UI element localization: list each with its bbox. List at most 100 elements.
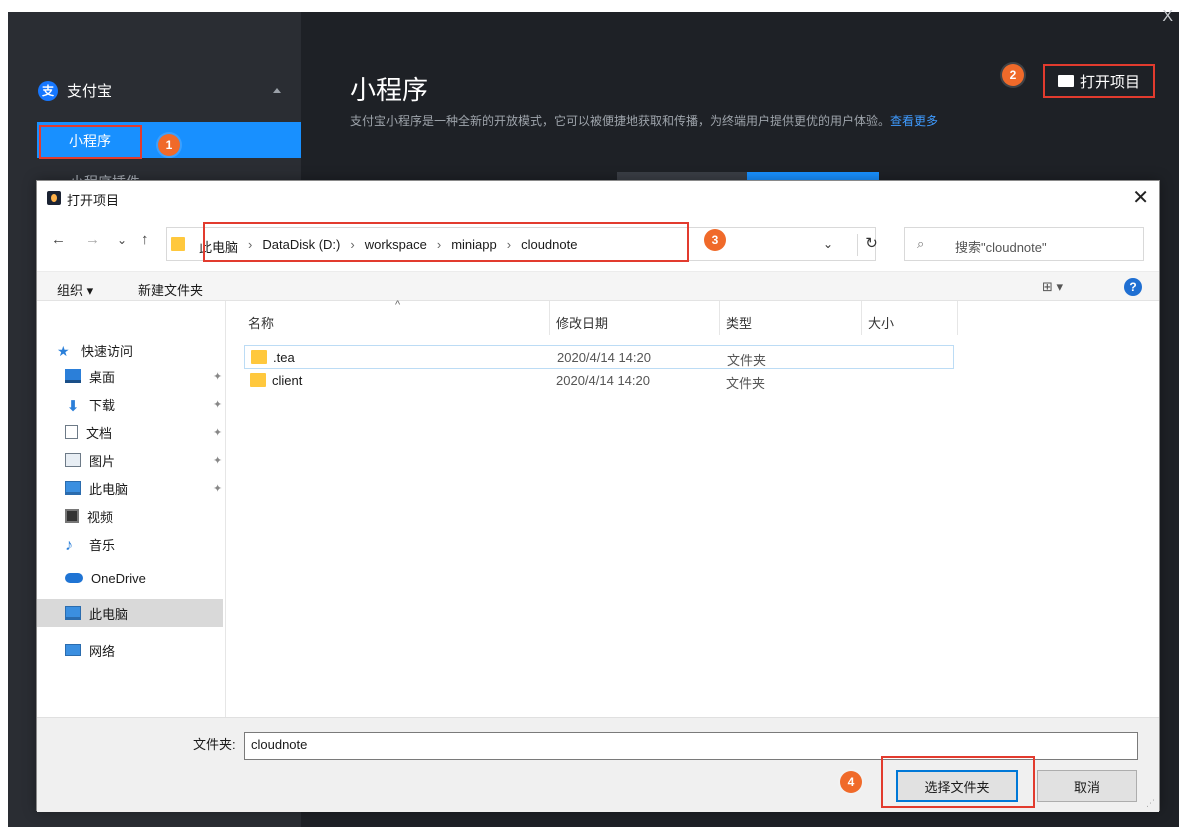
page-title: 小程序 — [350, 75, 429, 105]
nav-item-label: 此电脑 — [89, 606, 129, 622]
nav-item-desktop[interactable]: 桌面 ✦ — [65, 365, 222, 387]
search-input[interactable]: ⌕ 搜索"cloudnote" — [904, 227, 1144, 261]
nav-item-label: 快速访问 — [81, 343, 134, 359]
alipay-logo-icon: 支 — [38, 80, 58, 101]
nav-item-documents[interactable]: 文档 ✦ — [65, 421, 222, 443]
callout-box-3 — [203, 222, 689, 262]
step-badge-2: 2 — [1002, 64, 1024, 86]
file-date: 2020/4/14 14:20 — [557, 350, 651, 365]
star-icon: ★ — [57, 343, 70, 359]
download-icon: ⬇ — [66, 398, 80, 415]
more-link[interactable]: 查看更多 — [890, 114, 938, 128]
file-date: 2020/4/14 14:20 — [556, 373, 650, 388]
column-divider[interactable] — [549, 301, 550, 335]
organize-button[interactable]: 组织 ▾ — [57, 280, 93, 299]
dialog-titlebar: 打开项目 ✕ — [37, 181, 1159, 215]
open-project-label: 打开项目 — [1079, 73, 1140, 91]
computer-icon — [65, 606, 81, 620]
folder-field-label: 文件夹: — [193, 737, 236, 752]
file-list: ^ 名称 修改日期 类型 大小 .tea 2020/4/14 14:20 文件夹… — [244, 299, 1154, 717]
music-icon: ♪ — [65, 537, 73, 554]
back-button[interactable]: ← — [51, 231, 66, 248]
file-type: 文件夹 — [726, 376, 766, 391]
file-row[interactable]: client 2020/4/14 14:20 文件夹 — [244, 369, 954, 393]
resize-grip-icon[interactable]: ⋰ — [1146, 798, 1155, 809]
forward-button[interactable]: → — [85, 231, 100, 248]
column-header-type[interactable]: 类型 — [726, 313, 752, 332]
folder-icon — [250, 373, 266, 387]
refresh-icon[interactable]: ↻ — [857, 234, 885, 256]
nav-item-music[interactable]: ♪ 音乐 — [65, 533, 115, 555]
app-close-button[interactable]: X — [1162, 8, 1173, 26]
documents-icon — [65, 425, 78, 439]
folder-icon — [171, 237, 185, 251]
computer-icon — [65, 481, 81, 495]
view-options-icon[interactable]: ⊞ ▾ — [1042, 279, 1063, 295]
chevron-down-icon[interactable]: ⌄ — [823, 237, 833, 251]
recent-locations-button[interactable]: ⌄ — [117, 233, 127, 247]
select-folder-button[interactable]: 选择文件夹 — [896, 770, 1018, 802]
pin-icon: ✦ — [213, 370, 223, 383]
folder-icon — [251, 350, 267, 364]
command-toolbar: 组织 ▾ 新建文件夹 ⊞ ▾ ? — [37, 271, 1159, 301]
pin-icon: ✦ — [213, 482, 223, 495]
navigation-bar: ← → ⌄ ↑ 此电脑 › DataDisk (D:) › workspace … — [37, 221, 1159, 262]
video-icon — [65, 509, 79, 523]
nav-item-this-pc-pinned[interactable]: 此电脑 ✦ — [65, 477, 222, 499]
up-button[interactable]: ↑ — [141, 231, 149, 248]
column-header-size[interactable]: 大小 — [868, 313, 894, 332]
column-header-date[interactable]: 修改日期 — [556, 313, 608, 332]
nav-item-this-pc[interactable]: 此电脑 — [65, 602, 128, 624]
pin-icon: ✦ — [213, 398, 223, 411]
collapse-caret-icon[interactable] — [273, 88, 281, 93]
column-divider[interactable] — [957, 301, 958, 335]
file-type: 文件夹 — [727, 353, 767, 368]
column-header-name[interactable]: 名称 — [248, 313, 274, 332]
sort-ascending-icon: ^ — [395, 299, 401, 311]
nav-item-label: 图片 — [89, 453, 116, 469]
folder-icon — [1057, 75, 1074, 87]
nav-item-network[interactable]: 网络 — [65, 639, 115, 661]
nav-item-quick-access[interactable]: ★ 快速访问 — [57, 339, 133, 361]
nav-item-label: OneDrive — [91, 570, 146, 586]
nav-item-label: 此电脑 — [89, 481, 129, 497]
nav-item-label: 下载 — [89, 397, 116, 413]
step-badge-4: 4 — [840, 771, 862, 793]
file-name: client — [272, 373, 303, 388]
open-project-button[interactable]: 打开项目 — [1043, 64, 1155, 98]
dialog-footer: 文件夹: cloudnote 选择文件夹 取消 ⋰ — [37, 717, 1159, 812]
step-badge-1: 1 — [158, 134, 180, 156]
file-name: .tea — [273, 350, 295, 365]
dialog-close-button[interactable]: ✕ — [1132, 185, 1149, 210]
navigation-pane: ★ 快速访问 桌面 ✦ ⬇ 下载 ✦ 文档 ✦ 图片 ✦ 此电脑 ✦ 视频 ♪ … — [37, 301, 226, 717]
column-divider[interactable] — [719, 301, 720, 335]
brand[interactable]: 支 支付宝 — [38, 80, 112, 101]
network-icon — [65, 644, 81, 656]
help-icon[interactable]: ? — [1124, 278, 1142, 296]
search-icon: ⌕ — [917, 236, 925, 251]
nav-item-pictures[interactable]: 图片 ✦ — [65, 449, 222, 471]
open-project-dialog: 打开项目 ✕ ← → ⌄ ↑ 此电脑 › DataDisk (D:) › wor… — [36, 180, 1160, 812]
column-divider[interactable] — [861, 301, 862, 335]
nav-item-label: 视频 — [87, 509, 114, 525]
app-icon — [47, 191, 61, 205]
nav-item-onedrive[interactable]: OneDrive — [65, 567, 146, 589]
search-placeholder: 搜索"cloudnote" — [955, 240, 1047, 255]
step-badge-3: 3 — [704, 229, 726, 251]
nav-item-videos[interactable]: 视频 — [65, 505, 113, 527]
pin-icon: ✦ — [213, 454, 223, 467]
desktop-icon — [65, 369, 81, 383]
brand-label: 支付宝 — [67, 83, 113, 100]
pictures-icon — [65, 453, 81, 467]
cancel-button[interactable]: 取消 — [1037, 770, 1137, 802]
address-bar[interactable]: 此电脑 › DataDisk (D:) › workspace › miniap… — [166, 222, 878, 262]
description-text: 支付宝小程序是一种全新的开放模式，它可以被便捷地获取和传播，为终端用户提供更优的… — [350, 114, 891, 128]
nav-item-downloads[interactable]: ⬇ 下载 ✦ — [65, 393, 223, 416]
nav-item-label: 音乐 — [89, 537, 116, 553]
dialog-title: 打开项目 — [67, 193, 120, 208]
nav-item-label: 文档 — [86, 425, 113, 441]
nav-item-label: 桌面 — [89, 369, 116, 385]
file-row[interactable]: .tea 2020/4/14 14:20 文件夹 — [244, 345, 954, 369]
new-folder-button[interactable]: 新建文件夹 — [138, 280, 203, 299]
screen: 支 支付宝 小程序 小程序插件 X 小程序 支付宝小程序是一种全新的开放模式，它… — [0, 0, 1179, 827]
